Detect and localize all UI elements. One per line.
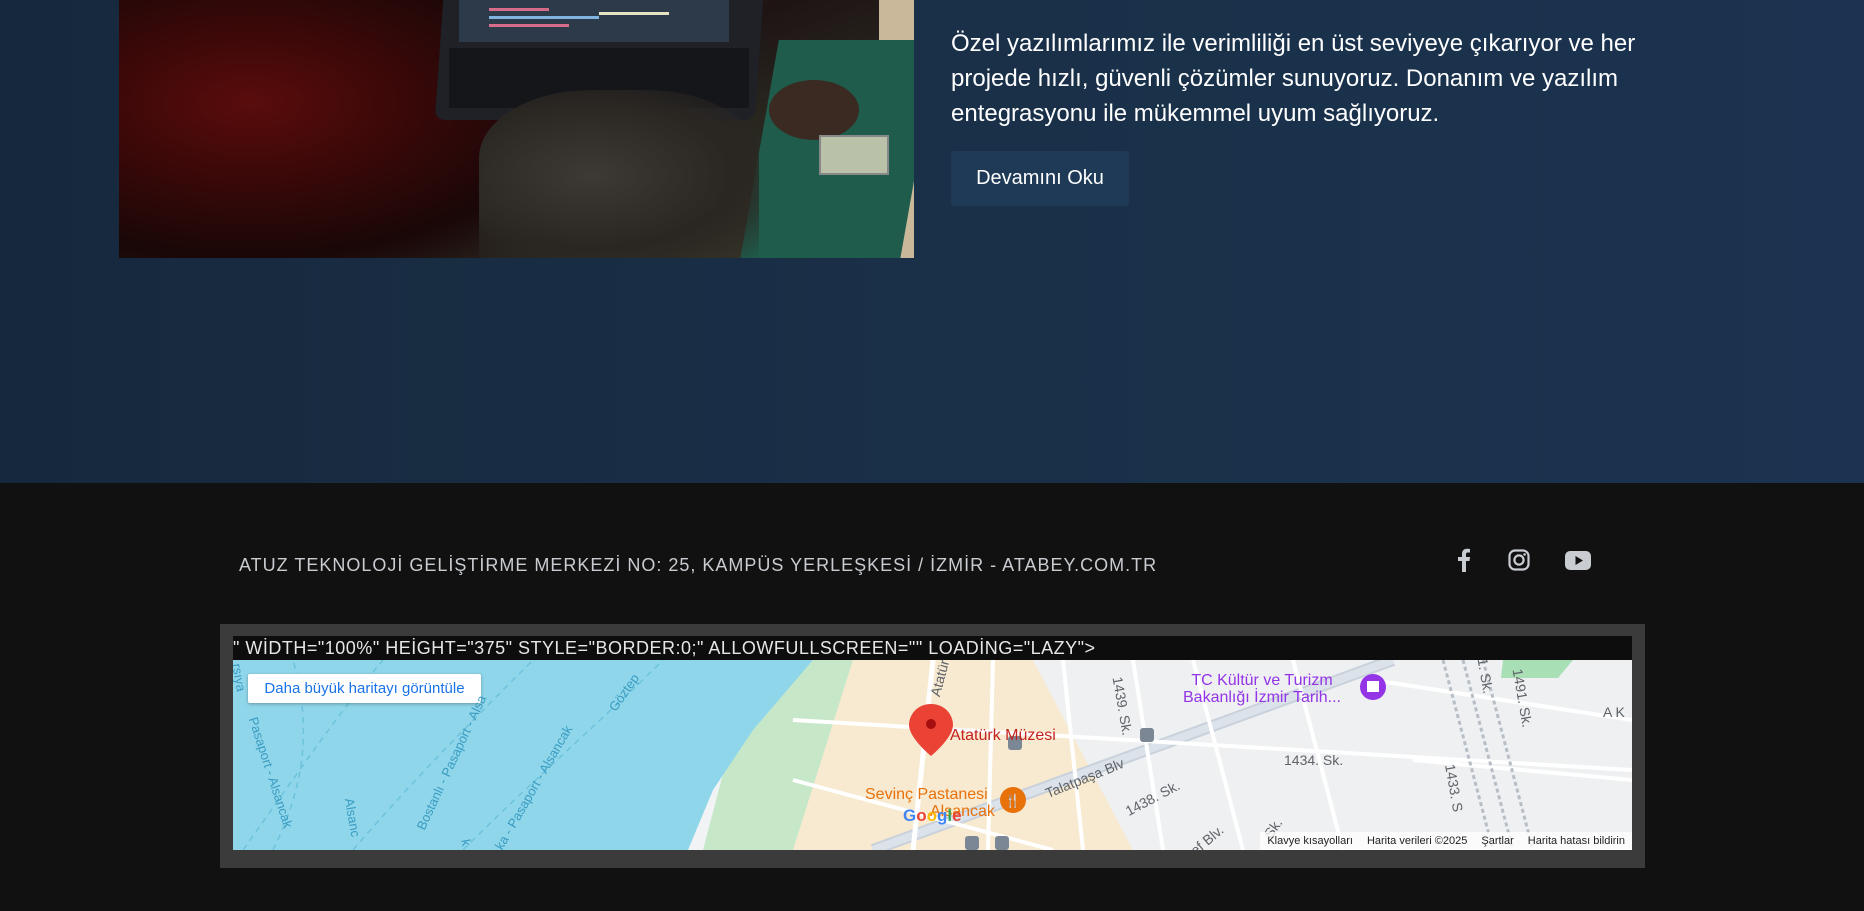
youtube-icon[interactable] bbox=[1563, 545, 1593, 575]
svg-text:🍴: 🍴 bbox=[1005, 793, 1021, 809]
photo-laptop-screen bbox=[459, 0, 729, 42]
road-label-ak: A K bbox=[1603, 704, 1625, 720]
facebook-icon[interactable] bbox=[1452, 545, 1476, 575]
photo-circuit-board-shape bbox=[819, 135, 889, 175]
poi-kultur-line2: Bakanlığı İzmir Tarih... bbox=[1183, 689, 1341, 706]
content-section: Özel yazılımlarımız ile verimliliği en ü… bbox=[0, 0, 1864, 483]
footer-address: ATUZ TEKNOLOJİ GELİŞTİRME MERKEZİ NO: 25… bbox=[239, 555, 1158, 575]
map-data-text: Harita verileri ©2025 bbox=[1366, 835, 1468, 847]
poi-kultur-line1: TC Kültür ve Turizm bbox=[1191, 672, 1333, 689]
google-logo: Google bbox=[903, 806, 962, 825]
photo-back-shape bbox=[479, 90, 759, 258]
map-embed-frame: " WİDTH="100%" HEİGHT="375" STYLE="BORDE… bbox=[220, 624, 1645, 868]
intro-paragraph: Özel yazılımlarımız ile verimliliği en ü… bbox=[951, 30, 1636, 127]
photo-hand-shape bbox=[769, 80, 859, 140]
poi-kultur-turizm[interactable]: TC Kültür ve Turizm Bakanlığı İzmir Tari… bbox=[1183, 672, 1341, 706]
workshop-photo bbox=[119, 0, 914, 258]
view-larger-map-button[interactable]: Daha büyük haritayı görüntüle bbox=[248, 674, 481, 703]
keyboard-shortcuts-link[interactable]: Klavye kısayolları bbox=[1260, 835, 1360, 847]
road-label-1434: 1434. Sk. bbox=[1284, 752, 1344, 768]
iframe-code-text: " WİDTH="100%" HEİGHT="375" STYLE="BORDE… bbox=[233, 636, 1632, 660]
google-map[interactable]: 🍴 Daha büyük haritayı görüntüle Atatürk … bbox=[233, 660, 1632, 850]
read-more-button[interactable]: Devamını Oku bbox=[951, 151, 1129, 206]
poi-ataturk-museum[interactable]: Atatürk Müzesi bbox=[950, 727, 1056, 745]
poi-sevinc-name: Sevinç Pastanesi bbox=[865, 786, 988, 803]
map-attribution-bar: Klavye kısayolları Harita verileri ©2025… bbox=[1260, 832, 1632, 850]
terms-link[interactable]: Şartlar bbox=[1474, 835, 1520, 847]
footer: ATUZ TEKNOLOJİ GELİŞTİRME MERKEZİ NO: 25… bbox=[0, 483, 1864, 911]
report-map-error-link[interactable]: Harita hatası bildirin bbox=[1521, 835, 1632, 847]
instagram-icon[interactable] bbox=[1505, 545, 1533, 575]
